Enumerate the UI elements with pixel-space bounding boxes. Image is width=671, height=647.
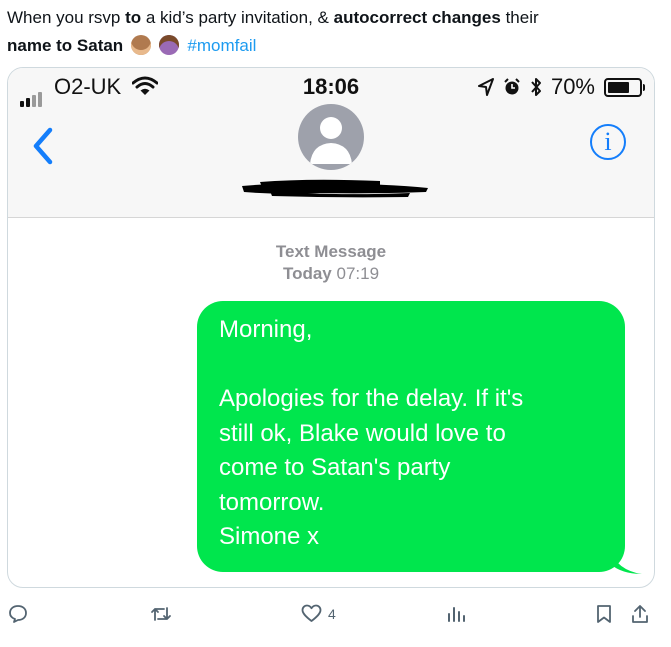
views-icon (448, 607, 465, 622)
views-button[interactable] (446, 604, 466, 624)
bookmark-button[interactable] (595, 604, 613, 624)
share-button[interactable] (630, 604, 650, 624)
tweet-actions: 4 (0, 600, 671, 634)
message-line: still ok, Blake would love to (219, 419, 506, 447)
message-line: Simone x (219, 523, 320, 550)
retweet-button[interactable] (150, 604, 172, 624)
message-line: come to Satan's party (219, 454, 451, 481)
battery-icon (604, 77, 645, 97)
message-line: Morning, (219, 316, 313, 343)
message-bubble-tail (608, 544, 642, 574)
message-date-time: 07:19 (336, 264, 380, 283)
battery-percentage: 70% (550, 74, 595, 99)
info-icon[interactable]: i (590, 124, 626, 160)
retweet-icon (151, 607, 171, 621)
message-date: Today 07:19 (8, 263, 654, 285)
redacted-contact-name (242, 179, 428, 198)
message-timestamp: Text Message Today 07:19 (8, 241, 654, 285)
contact-avatar[interactable] (298, 104, 364, 170)
like-button[interactable]: 4 (301, 604, 336, 623)
alarm-clock-icon (504, 78, 520, 95)
heart-icon (301, 604, 322, 622)
hashtag-link[interactable]: #momfail (187, 36, 256, 55)
bluetooth-icon (531, 78, 541, 96)
tweet-media-image[interactable]: O2-UK 18:06 70% i Text Message Today 07:… (7, 67, 655, 588)
tweet-text: When you rsvp to a kid’s party invitatio… (7, 4, 662, 60)
reply-button[interactable] (8, 604, 28, 624)
location-arrow-icon (477, 78, 494, 96)
person-silhouette-icon (310, 117, 352, 164)
like-count: 4 (328, 605, 336, 622)
messages-header: O2-UK 18:06 70% i (8, 68, 654, 218)
message-type-label: Text Message (275, 242, 387, 261)
status-right: 70% (477, 74, 645, 100)
message-line: Apologies for the delay. If it's (219, 385, 524, 412)
status-bar: O2-UK 18:06 70% (8, 74, 654, 107)
back-chevron-icon[interactable] (28, 126, 58, 166)
woman-facepalming-icon (158, 35, 179, 55)
tweet-text-segment: When you rsvp (7, 8, 126, 27)
tweet-text-segment: a kid’s party invitation, & (141, 8, 334, 27)
tweet-text-segment: their (500, 8, 539, 27)
reply-icon (9, 605, 27, 623)
message-line: tomorrow. (219, 488, 325, 516)
message-bubble: Morning, Apologies for the delay. If it'… (197, 301, 625, 572)
tweet-text-bold: autocorrect changes (333, 8, 501, 27)
message-date-day: Today (282, 264, 332, 283)
tweet-text-bold: to (125, 8, 142, 27)
tweet-text-bold: name to Satan (7, 36, 124, 55)
bookmark-icon (597, 605, 611, 623)
see-no-evil-monkey-icon (130, 35, 151, 55)
share-icon (632, 605, 648, 623)
